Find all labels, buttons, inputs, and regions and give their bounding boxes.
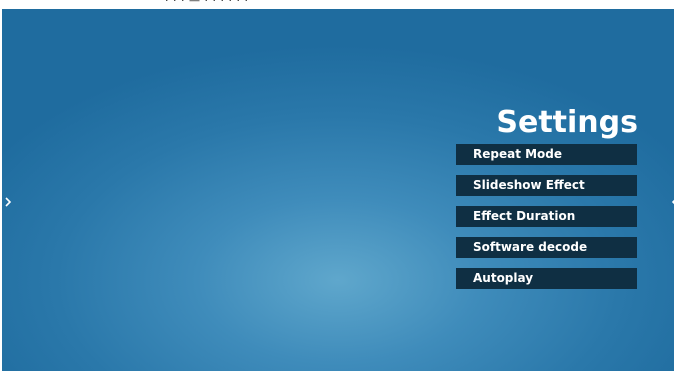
cropped-text: · · · — · · · · · · (165, 0, 249, 7)
menu-item-autoplay[interactable]: Autoplay (456, 268, 637, 289)
menu-item-effect-duration[interactable]: Effect Duration (456, 206, 637, 227)
top-cropped-strip: · · · — · · · · · · (0, 0, 676, 9)
menu-item-slideshow-effect[interactable]: Slideshow Effect (456, 175, 637, 196)
device-frame: · · · — · · · · · · Settings Repeat Mode… (0, 0, 676, 373)
chevron-left-icon[interactable] (671, 195, 676, 209)
chevron-right-icon[interactable] (4, 195, 12, 209)
settings-screen: Settings Repeat Mode Slideshow Effect Ef… (2, 9, 676, 371)
page-title: Settings (496, 105, 638, 140)
menu-item-repeat-mode[interactable]: Repeat Mode (456, 144, 637, 165)
settings-menu: Repeat Mode Slideshow Effect Effect Dura… (456, 144, 637, 299)
menu-item-software-decode[interactable]: Software decode (456, 237, 637, 258)
